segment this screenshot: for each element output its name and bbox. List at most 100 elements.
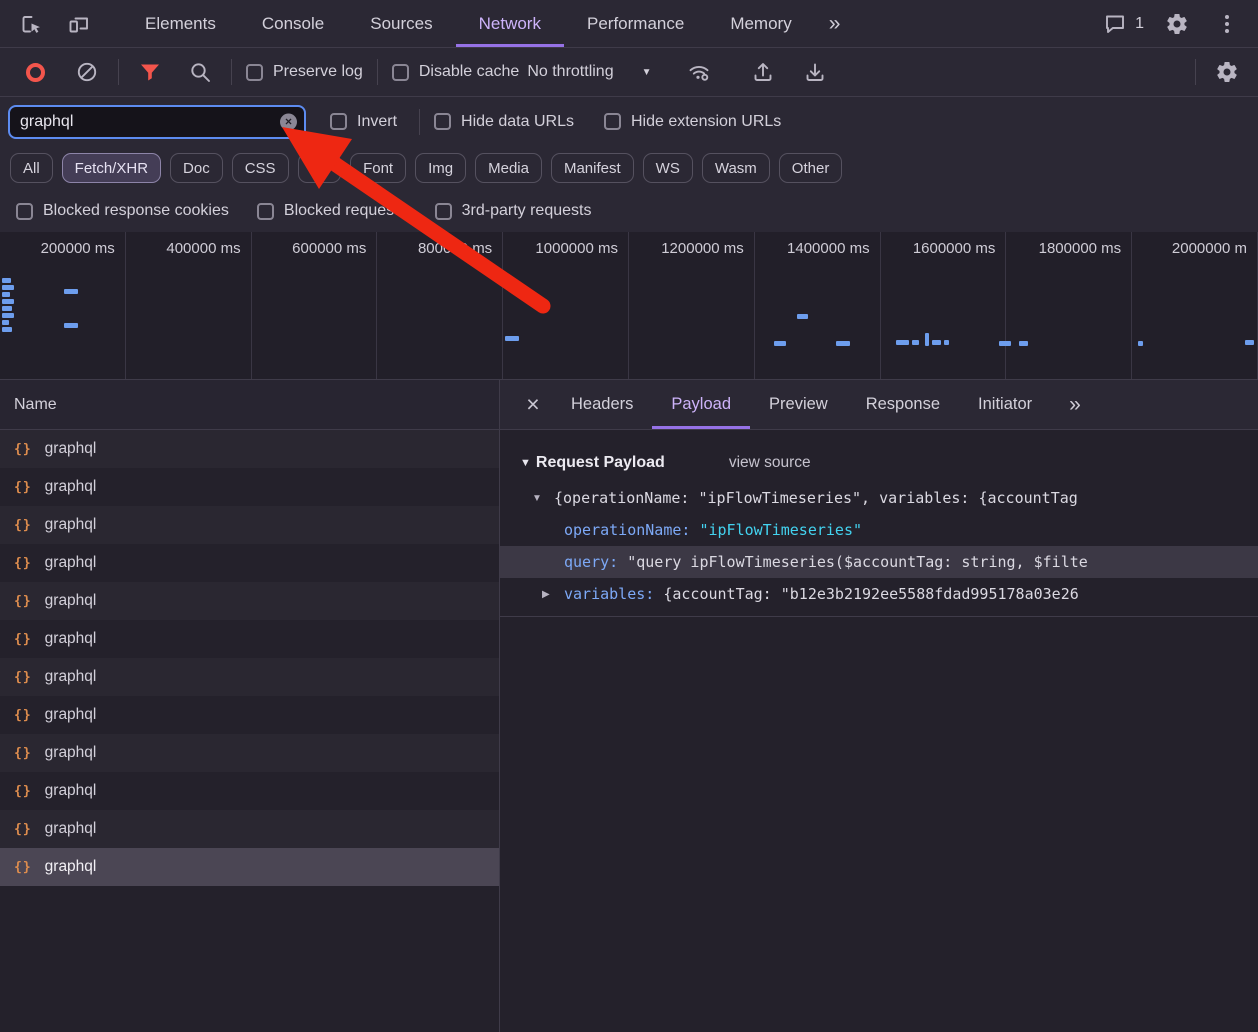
request-row[interactable]: {} graphql (0, 734, 499, 772)
request-row[interactable]: {} graphql (0, 772, 499, 810)
network-conditions-button[interactable] (682, 55, 716, 89)
payload-section-divider (500, 616, 1258, 617)
detail-tab[interactable]: Headers (552, 380, 652, 429)
chip-label: JS (311, 160, 329, 177)
request-row[interactable]: {} graphql (0, 810, 499, 848)
type-filter-chip[interactable]: Wasm (702, 153, 770, 183)
chip-label: Media (488, 160, 529, 177)
type-filter-chip[interactable]: Media (475, 153, 542, 183)
detail-tab[interactable]: Response (847, 380, 959, 429)
main-tab[interactable]: Memory (707, 0, 814, 47)
search-button[interactable] (183, 55, 217, 89)
request-row[interactable]: {} graphql (0, 544, 499, 582)
request-row[interactable]: {} graphql (0, 620, 499, 658)
chip-label: Doc (183, 160, 210, 177)
blocked-response-cookies-checkbox[interactable]: Blocked response cookies (16, 202, 229, 220)
main-tab[interactable]: Sources (347, 0, 455, 47)
invert-checkbox[interactable]: Invert (330, 113, 397, 131)
payload-key: variables: (564, 585, 663, 603)
type-filter-chip[interactable]: Other (779, 153, 843, 183)
record-network-log-button[interactable] (18, 55, 52, 89)
request-row[interactable]: {} graphql (0, 696, 499, 734)
type-filter-chip[interactable]: WS (643, 153, 693, 183)
type-filter-chip[interactable]: Img (415, 153, 466, 183)
request-name: graphql (45, 706, 97, 724)
main-tab-label: Elements (145, 14, 216, 34)
disclosure-triangle-icon[interactable]: ▶ (542, 589, 564, 600)
devtools-settings-button[interactable] (1160, 7, 1194, 41)
request-row[interactable]: {} graphql (0, 582, 499, 620)
toolbar-divider (377, 59, 378, 85)
preserve-log-checkbox[interactable]: Preserve log (246, 63, 363, 81)
checkbox-icon (16, 203, 33, 220)
request-row[interactable]: {} graphql (0, 658, 499, 696)
view-source-link[interactable]: view source (729, 454, 811, 472)
console-messages-button[interactable]: 1 (1103, 12, 1144, 36)
type-filter-chip[interactable]: All (10, 153, 53, 183)
payload-tree-row[interactable]: ▼ {operationName: "ipFlowTimeseries", va… (500, 482, 1258, 514)
type-filter-chip[interactable]: Font (350, 153, 406, 183)
chip-label: Other (792, 160, 830, 177)
request-row[interactable]: {} graphql (0, 848, 499, 886)
type-filter-chip[interactable]: JS (298, 153, 342, 183)
filter-input[interactable] (8, 105, 306, 139)
payload-tree-row[interactable]: operationName: "ipFlowTimeseries" (500, 514, 1258, 546)
import-har-button[interactable] (746, 55, 780, 89)
timeline-label: 600000 ms (252, 232, 378, 379)
json-braces-icon: {} (14, 860, 32, 875)
clear-network-log-button[interactable] (70, 55, 104, 89)
main-tab[interactable]: Elements (122, 0, 239, 47)
third-party-requests-checkbox[interactable]: 3rd-party requests (435, 202, 592, 220)
close-details-button[interactable]: × (514, 380, 552, 429)
main-tab-label: Memory (730, 14, 791, 34)
requests-panel: Name {} graphql {} graphql {} graphql (0, 380, 500, 1032)
network-activity-mark (64, 323, 78, 328)
detail-tab[interactable]: Preview (750, 380, 847, 429)
type-filter-chip[interactable]: Fetch/XHR (62, 153, 161, 183)
clear-filter-icon[interactable]: × (280, 113, 297, 130)
detail-tab[interactable]: Initiator (959, 380, 1051, 429)
section-disclosure-triangle[interactable]: ▼ (520, 457, 531, 469)
network-activity-mark (2, 278, 11, 283)
export-har-button[interactable] (798, 55, 832, 89)
timeline-label: 200000 ms (0, 232, 126, 379)
network-conditions-icon (687, 60, 711, 84)
hide-data-urls-checkbox[interactable]: Hide data URLs (434, 113, 574, 131)
filter-toggle-button[interactable] (133, 55, 167, 89)
main-tab[interactable]: Console (239, 0, 347, 47)
disable-cache-checkbox[interactable]: Disable cache (392, 63, 520, 81)
network-activity-mark (836, 341, 850, 346)
network-activity-mark (1138, 341, 1143, 346)
more-options-button[interactable] (1210, 7, 1244, 41)
toolbar-right-actions: 1 (1103, 7, 1258, 41)
device-toolbar-button[interactable] (62, 7, 96, 41)
payload-value: {operationName: "ipFlowTimeseries", vari… (554, 489, 1078, 507)
more-tabs-icon[interactable]: » (815, 0, 855, 47)
request-row[interactable]: {} graphql (0, 430, 499, 468)
inspect-element-button[interactable] (14, 7, 48, 41)
payload-value: "query ipFlowTimeseries($accountTag: str… (627, 553, 1088, 571)
request-row[interactable]: {} graphql (0, 506, 499, 544)
detail-tab[interactable]: Payload (652, 380, 750, 429)
disclosure-triangle-icon[interactable]: ▼ (532, 493, 554, 504)
network-activity-mark (2, 320, 9, 325)
blocked-requests-checkbox[interactable]: Blocked requests (257, 202, 407, 220)
main-tab[interactable]: Network (456, 0, 564, 47)
payload-tree-row[interactable]: query: "query ipFlowTimeseries($accountT… (500, 546, 1258, 578)
type-filter-chip[interactable]: CSS (232, 153, 289, 183)
hide-extension-urls-checkbox[interactable]: Hide extension URLs (604, 113, 781, 131)
json-braces-icon: {} (14, 746, 32, 761)
type-filter-chip[interactable]: Manifest (551, 153, 634, 183)
waterfall-overview[interactable]: 200000 ms 400000 ms 600000 ms 800000 ms … (0, 232, 1258, 380)
timeline-grid: 200000 ms 400000 ms 600000 ms 800000 ms … (0, 232, 1258, 379)
network-activity-mark (944, 340, 949, 345)
request-name: graphql (45, 516, 97, 534)
request-row[interactable]: {} graphql (0, 468, 499, 506)
network-settings-button[interactable] (1210, 55, 1244, 89)
more-detail-tabs-icon[interactable]: » (1057, 380, 1093, 429)
type-filter-chip[interactable]: Doc (170, 153, 223, 183)
payload-tree-row[interactable]: ▶ variables: {accountTag: "b12e3b2192ee5… (500, 578, 1258, 610)
name-column-header[interactable]: Name (0, 380, 499, 430)
throttling-dropdown[interactable]: No throttling ▼ (527, 63, 651, 81)
main-tab[interactable]: Performance (564, 0, 707, 47)
